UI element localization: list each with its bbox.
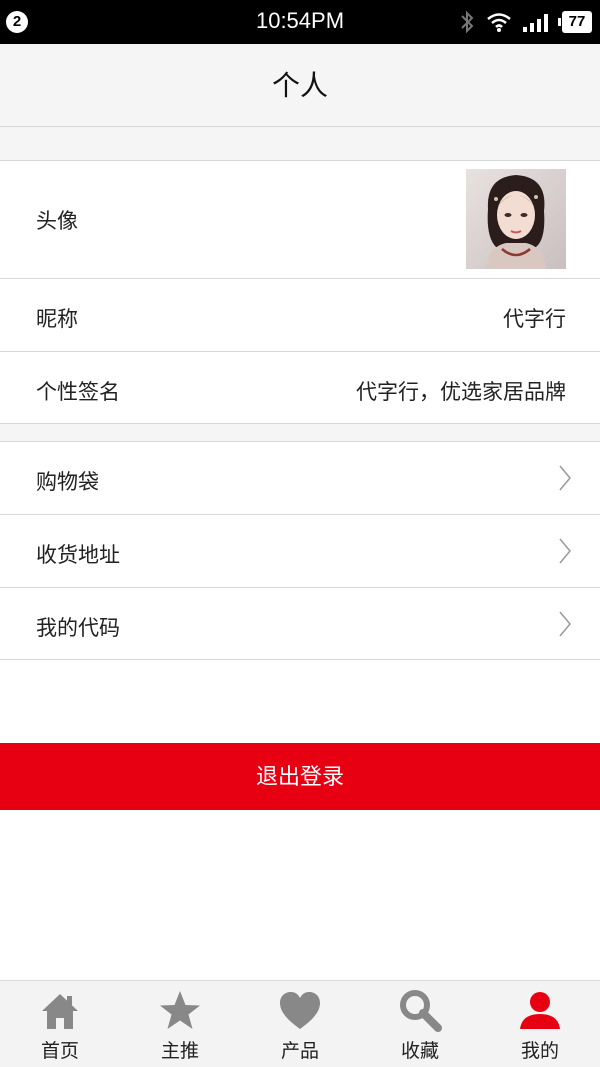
chevron-right-icon xyxy=(559,538,571,564)
page-title: 个人 xyxy=(271,69,328,102)
section-gap xyxy=(0,424,600,441)
nickname-row[interactable]: 昵称 代字行 xyxy=(0,278,600,351)
avatar-label: 头像 xyxy=(36,209,78,233)
chevron-right-icon xyxy=(559,465,571,491)
nickname-value: 代字行 xyxy=(503,307,566,331)
bluetooth-icon xyxy=(461,10,474,34)
nickname-label: 昵称 xyxy=(36,307,78,331)
tab-label: 我的 xyxy=(520,1040,559,1062)
signature-label: 个性签名 xyxy=(36,380,120,404)
logout-button[interactable]: 退出登录 xyxy=(0,743,600,810)
tab-featured[interactable]: 主推 xyxy=(120,981,240,1067)
status-icons: 77 xyxy=(458,8,592,36)
section-gap xyxy=(0,127,600,160)
menu-item-label: 我的代码 xyxy=(36,616,120,640)
menu-item-label: 购物袋 xyxy=(36,470,99,494)
user-icon xyxy=(520,992,560,1029)
menu-item-label: 收货地址 xyxy=(36,543,120,567)
tab-label: 主推 xyxy=(160,1040,199,1062)
header: 个人 xyxy=(0,44,600,127)
menu-item-address[interactable]: 收货地址 xyxy=(0,514,600,587)
status-bar: 2 10:54PM 77 xyxy=(0,0,600,44)
tab-favorites[interactable]: 收藏 xyxy=(360,981,480,1067)
menu-item-my-code[interactable]: 我的代码 xyxy=(0,587,600,660)
tab-label: 首页 xyxy=(40,1040,79,1062)
home-icon xyxy=(42,994,78,1029)
signature-row[interactable]: 个性签名 代字行，优选家居品牌 xyxy=(0,351,600,424)
signal-icon xyxy=(523,14,548,32)
bottom-tab-bar: 首页 主推 产品 收藏 我的 xyxy=(0,980,600,1067)
tab-home[interactable]: 首页 xyxy=(0,981,120,1067)
tab-products[interactable]: 产品 xyxy=(240,981,360,1067)
tab-label: 收藏 xyxy=(400,1040,439,1062)
avatar xyxy=(466,169,566,269)
star-icon xyxy=(160,991,200,1029)
search-icon xyxy=(400,990,442,1032)
heart-icon xyxy=(280,992,320,1029)
tab-mine[interactable]: 我的 xyxy=(480,981,600,1067)
battery-indicator: 77 xyxy=(558,11,592,33)
chevron-right-icon xyxy=(559,611,571,637)
avatar-row[interactable]: 头像 xyxy=(0,160,600,278)
wifi-icon xyxy=(487,13,511,32)
signature-value: 代字行，优选家居品牌 xyxy=(356,380,566,404)
menu-item-shopping-bag[interactable]: 购物袋 xyxy=(0,441,600,514)
tab-label: 产品 xyxy=(280,1040,319,1062)
